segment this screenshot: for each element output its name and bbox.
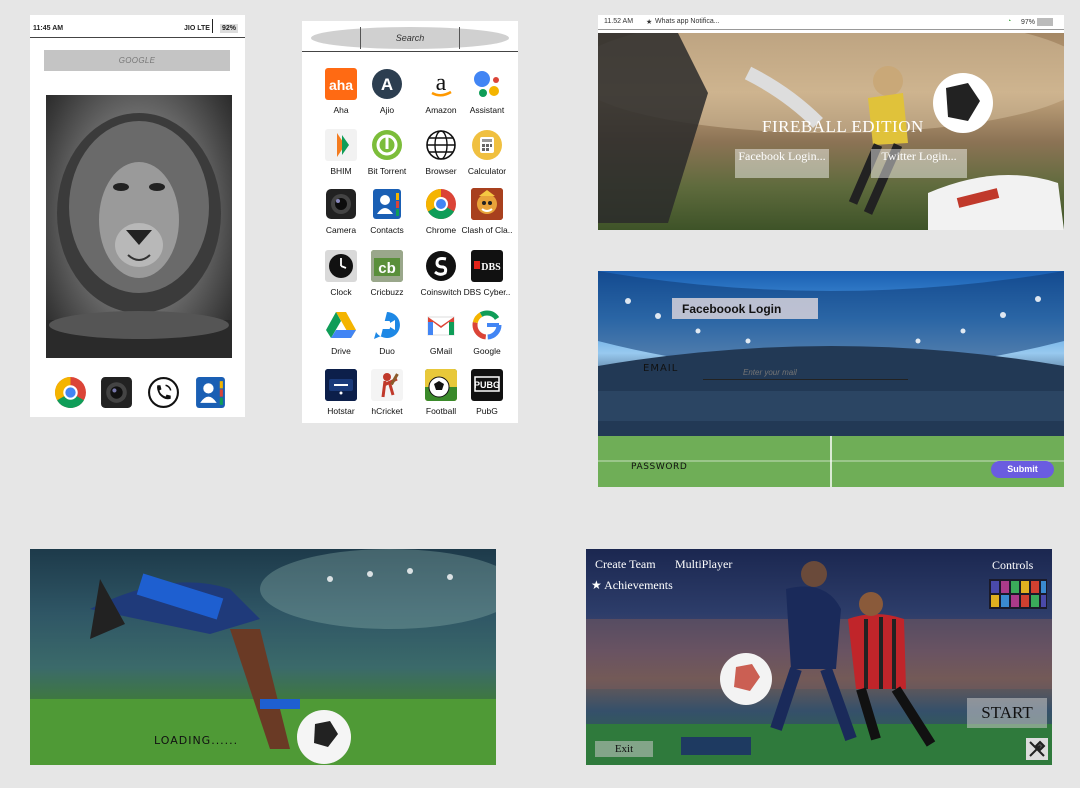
cricbuzz-icon-text: cb	[378, 260, 396, 277]
dock-contacts-icon[interactable]	[194, 375, 227, 410]
title-screen: 11.52 AM ★ Whats app Notifica... ◔ 97% F…	[598, 15, 1064, 230]
bhim-icon	[325, 129, 357, 161]
chrome-icon	[425, 188, 457, 220]
settings-tools-icon[interactable]	[1026, 738, 1048, 760]
email-label: EMAIL	[643, 363, 679, 374]
dock-camera-icon[interactable]	[100, 375, 133, 410]
loading-screen: LOADING......	[30, 549, 496, 765]
facebook-login-title: Faceboook Login	[682, 302, 782, 316]
app-contacts[interactable]: Contacts	[360, 188, 414, 248]
password-label: PASSWORD	[631, 462, 688, 472]
status-time: 11:45 AM	[33, 25, 64, 32]
app-pubg[interactable]: PUBG PubG	[460, 369, 514, 429]
google-icon	[471, 309, 503, 341]
bittorrent-icon	[371, 129, 403, 161]
app-bittorrent[interactable]: Bit Torrent	[360, 129, 414, 189]
app-clash-of-clans[interactable]: Clash of Cla..	[460, 188, 514, 248]
pubg-icon: PUBG	[471, 369, 503, 401]
loading-text: LOADING......	[154, 734, 239, 747]
cricbuzz-icon: cb	[371, 250, 403, 282]
amazon-icon: a	[425, 68, 457, 100]
wifi-icon: ◔	[1007, 18, 1012, 25]
menu-multiplayer[interactable]: MultiPlayer	[675, 557, 732, 572]
battery-indicator: 97%	[1021, 19, 1036, 26]
wallpaper-lion-image	[46, 95, 232, 358]
divider	[302, 51, 518, 52]
app-label: PubG	[476, 406, 498, 416]
dock-phone-icon[interactable]	[147, 375, 180, 410]
browser-icon	[425, 129, 457, 161]
status-notification: Whats app Notifica...	[655, 18, 720, 25]
app-label: Bit Torrent	[367, 166, 407, 176]
battery-icon	[1037, 18, 1053, 26]
controls-grid-icon[interactable]	[989, 579, 1047, 609]
menu-create-team[interactable]: Create Team	[595, 557, 656, 572]
status-divider	[212, 19, 213, 33]
app-duo[interactable]: Duo	[360, 309, 414, 369]
clock-icon	[325, 250, 357, 282]
status-bar: 11.52 AM ★ Whats app Notifica... ◔ 97%	[598, 15, 1064, 30]
status-time: 11.52 AM	[604, 18, 634, 25]
app-cricbuzz[interactable]: cb Cricbuzz	[360, 250, 414, 310]
home-screen: 11:45 AM JIO LTE 92% GOOGLE	[30, 15, 245, 417]
app-label: Duo	[379, 346, 395, 356]
assistant-icon	[471, 68, 503, 100]
submit-button[interactable]: Submit	[991, 461, 1054, 478]
app-label: Contacts	[370, 225, 404, 235]
contacts-icon	[371, 188, 403, 220]
app-assistant[interactable]: Assistant	[460, 68, 514, 128]
exit-button[interactable]: Exit	[595, 741, 653, 757]
app-label: Google	[473, 346, 501, 356]
app-label: Calculator	[467, 166, 507, 176]
aha-icon-text: aha	[329, 77, 353, 93]
amazon-icon-text: a	[436, 70, 447, 96]
start-button[interactable]: START	[967, 698, 1047, 728]
menu-achievements[interactable]: ★ Achievements	[591, 578, 673, 593]
menu-controls[interactable]: Controls	[992, 558, 1033, 573]
hotstar-icon	[325, 369, 357, 401]
battery-indicator: 92%	[220, 24, 239, 33]
clash-of-clans-icon	[471, 188, 503, 220]
notification-star-icon: ★	[646, 19, 653, 26]
game-title: FIREBALL EDITION	[762, 117, 924, 136]
app-label: hCricket	[371, 406, 403, 416]
app-calculator[interactable]: Calculator	[460, 129, 514, 189]
facebook-login-screen: Faceboook Login EMAIL PASSWORD Submit	[598, 271, 1064, 487]
app-label: Assistant	[469, 105, 505, 115]
app-label: DBS Cyber..	[463, 287, 511, 297]
football-icon	[425, 369, 457, 401]
drive-icon	[325, 309, 357, 341]
app-google[interactable]: Google	[460, 309, 514, 369]
camera-icon	[325, 188, 357, 220]
app-label: Cricbuzz	[370, 287, 404, 297]
email-field[interactable]	[703, 365, 908, 380]
ajio-icon: A	[371, 68, 403, 100]
app-label: Ajio	[379, 105, 395, 115]
ajio-icon-text: A	[381, 75, 393, 94]
duo-icon	[371, 309, 403, 341]
dock-chrome-icon[interactable]	[54, 375, 87, 410]
twitter-login-button[interactable]: Twitter Login...	[871, 149, 967, 178]
app-label: Clash of Cla..	[461, 225, 513, 235]
hcricket-icon	[371, 369, 403, 401]
app-ajio[interactable]: A Ajio	[360, 68, 414, 128]
main-menu-screen: Create Team MultiPlayer ★ Achievements C…	[586, 549, 1052, 765]
search-button[interactable]: Search	[360, 27, 460, 49]
pubg-icon-text: PUBG	[474, 380, 500, 390]
aha-icon: aha	[325, 68, 357, 100]
calculator-icon	[471, 129, 503, 161]
coinswitch-icon	[425, 250, 457, 282]
dbs-icon-text: DBS	[481, 262, 501, 273]
status-bar: 11:45 AM JIO LTE 92%	[30, 15, 245, 38]
app-drawer-screen: Search aha Aha A Ajio a Amazon Assistant…	[302, 21, 518, 423]
facebook-login-button[interactable]: Facebook Login...	[735, 149, 829, 178]
app-hcricket[interactable]: hCricket	[360, 369, 414, 429]
dbs-icon: DBS	[471, 250, 503, 282]
gmail-icon	[425, 309, 457, 341]
status-carrier: JIO LTE	[184, 25, 210, 32]
football-kick-background	[30, 549, 496, 765]
app-dbs[interactable]: DBS DBS Cyber..	[460, 250, 514, 310]
google-search-bar[interactable]: GOOGLE	[44, 50, 230, 71]
